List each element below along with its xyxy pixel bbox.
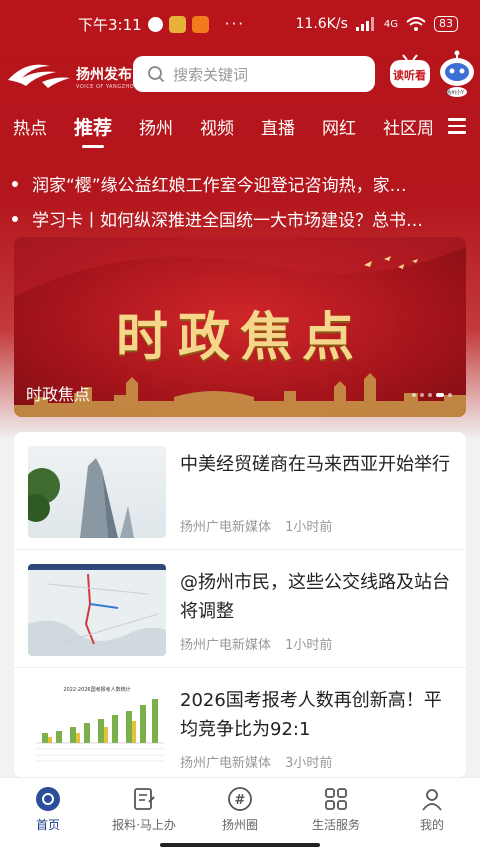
tab-live[interactable]: 直播 — [261, 114, 295, 139]
network-speed: 11.6K/s — [295, 16, 348, 32]
tab-influencer[interactable]: 网红 — [322, 114, 356, 139]
news-item[interactable]: 中美经贸磋商在马来西亚开始举行 扬州广电新媒体 1小时前 — [14, 432, 466, 550]
pagination-dot — [412, 393, 416, 397]
news-title: 2026国考报考人数再创新高！平均竞争比为92:1 — [180, 690, 442, 740]
taobao-icon — [191, 15, 209, 33]
news-meta: 扬州广电新媒体 3小时前 — [180, 752, 332, 771]
news-source: 扬州广电新媒体 — [180, 638, 272, 653]
pagination-dot — [420, 393, 424, 397]
read-label: 读听看 — [393, 69, 426, 82]
pagination-dot-active — [436, 393, 444, 397]
app-header: 扬州发布 VOICE OF YANGZHOU 搜索关键词 读听看 扬州小Y — [0, 50, 480, 98]
news-time: 1小时前 — [285, 520, 333, 535]
nav-mine[interactable]: 我的 — [384, 778, 480, 853]
nav-label: 报料·马上办 — [112, 818, 176, 832]
channel-tabs: 热点 推荐 扬州 视频 直播 网红 社区周 — [0, 104, 480, 148]
bullet-dot-icon — [12, 180, 18, 187]
network-type: 4G — [383, 18, 398, 30]
pagination-dot — [428, 393, 432, 397]
nav-yangzhou-circle[interactable]: # 扬州圈 — [192, 778, 288, 853]
logo-swoosh-icon — [8, 64, 70, 88]
news-title: 中美经贸磋商在马来西亚开始举行 — [180, 454, 450, 475]
signal-icon — [355, 17, 374, 31]
app-logo: 扬州发布 VOICE OF YANGZHOU — [6, 56, 138, 92]
nav-label: 扬州圈 — [221, 818, 258, 832]
channel-menu-icon[interactable] — [448, 118, 466, 134]
news-item[interactable]: @扬州市民，这些公交线路及站台将调整 扬州广电新媒体 1小时前 — [14, 550, 466, 668]
news-meta: 扬州广电新媒体 1小时前 — [180, 516, 332, 535]
battery-indicator: 83 — [434, 16, 458, 32]
search-input[interactable]: 搜索关键词 — [133, 56, 375, 92]
nav-label: 我的 — [419, 818, 444, 832]
tab-yangzhou[interactable]: 扬州 — [139, 114, 173, 139]
ticker-item[interactable]: 润家“樱”缘公益红娘工作室今迎登记咨询热，家… — [12, 166, 468, 201]
news-meta: 扬州广电新媒体 1小时前 — [180, 634, 332, 653]
news-time: 3小时前 — [285, 756, 333, 771]
news-list: 中美经贸磋商在马来西亚开始举行 扬州广电新媒体 1小时前 @扬州市民，这些公交线… — [14, 432, 466, 777]
nav-label: 生活服务 — [311, 818, 360, 832]
robot-assistant-button[interactable]: 扬州小Y — [438, 50, 476, 98]
ticker-item[interactable]: 学习卡丨如何纵深推进全国统一大市场建设？总书… — [12, 201, 468, 236]
focus-banner[interactable]: 时政焦点 时政焦点 — [14, 237, 466, 417]
banner-caption: 时政焦点 — [26, 385, 91, 404]
report-icon — [134, 788, 155, 810]
bullet-dot-icon — [12, 215, 18, 222]
logo-subtext: VOICE OF YANGZHOU — [76, 84, 139, 90]
nav-label: 首页 — [35, 818, 60, 832]
news-item[interactable]: 2022-2026国考报考人数统计 2026国考报考人数再创新高！平均竞争比为9… — [14, 668, 466, 777]
news-thumbnail — [28, 564, 166, 656]
tab-video[interactable]: 视频 — [200, 114, 234, 139]
search-placeholder: 搜索关键词 — [173, 65, 249, 84]
robot-label: 扬州小Y — [446, 90, 465, 96]
logo-text: 扬州发布 — [76, 67, 132, 83]
grid-icon — [325, 788, 347, 810]
bottom-navigation: 首页 报料·马上办 # 扬州圈 生活服务 我的 — [0, 777, 480, 853]
status-bar: 下午3:11 ··· 11.6K/s 4G 83 — [0, 0, 480, 48]
thumb-caption: 2022-2026国考报考人数统计 — [63, 687, 131, 693]
user-icon — [422, 789, 442, 811]
banner-pagination — [412, 393, 452, 397]
status-time: 下午3:11 — [78, 15, 142, 34]
news-title: @扬州市民，这些公交线路及站台将调整 — [180, 572, 450, 622]
more-dots-icon: ··· — [224, 15, 245, 33]
ticker-text: 学习卡丨如何纵深推进全国统一大市场建设？总书… — [32, 211, 423, 231]
nav-home[interactable]: 首页 — [0, 778, 96, 853]
ticker-text: 润家“樱”缘公益红娘工作室今迎登记咨询热，家… — [32, 176, 407, 196]
pagination-dot — [448, 393, 452, 397]
nav-life-services[interactable]: 生活服务 — [288, 778, 384, 853]
home-icon — [36, 787, 60, 811]
svg-text:#: # — [235, 793, 246, 808]
news-thumbnail — [28, 446, 166, 538]
news-source: 扬州广电新媒体 — [180, 756, 272, 771]
news-thumbnail: 2022-2026国考报考人数统计 — [28, 682, 166, 774]
headline-ticker: 润家“樱”缘公益红娘工作室今迎登记咨询热，家… 学习卡丨如何纵深推进全国统一大市… — [12, 166, 468, 236]
search-icon — [148, 66, 165, 83]
news-source: 扬州广电新媒体 — [180, 520, 272, 535]
news-time: 1小时前 — [285, 638, 333, 653]
tab-community-week[interactable]: 社区周 — [383, 114, 434, 139]
weibo-icon — [168, 15, 186, 33]
app-notify-icon — [147, 16, 163, 32]
home-indicator[interactable] — [160, 843, 320, 847]
nav-report[interactable]: 报料·马上办 — [96, 778, 192, 853]
read-listen-watch-button[interactable]: 读听看 — [389, 54, 431, 92]
hashtag-icon: # — [228, 787, 252, 811]
tab-hot[interactable]: 热点 — [13, 114, 47, 139]
wifi-icon — [406, 17, 426, 31]
tab-recommend[interactable]: 推荐 — [74, 113, 112, 140]
